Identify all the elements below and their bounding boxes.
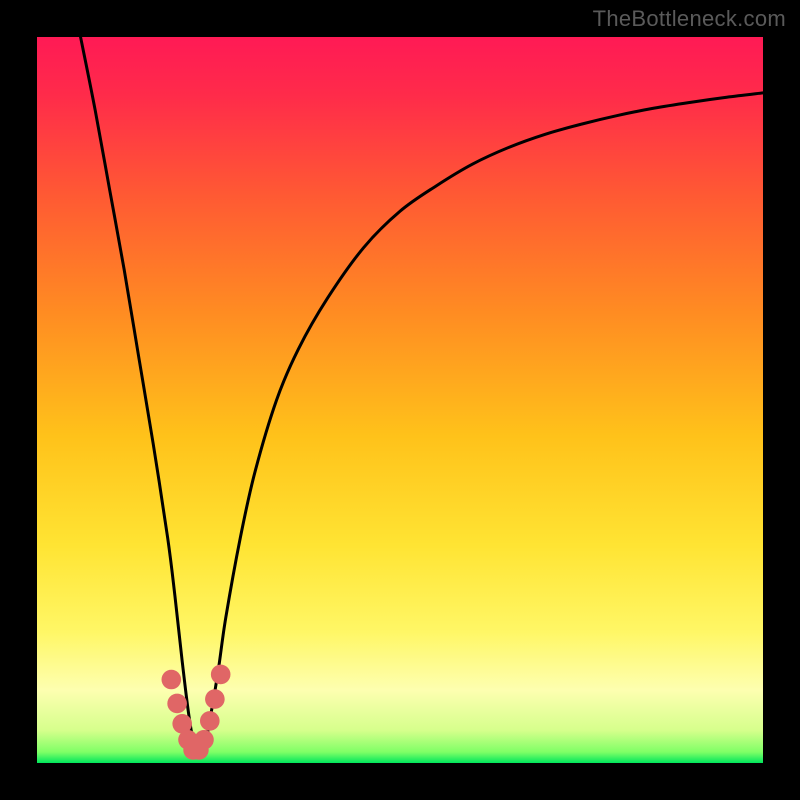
- valley-marker: [194, 730, 214, 750]
- attribution-watermark: TheBottleneck.com: [593, 6, 786, 32]
- plot-area: [37, 37, 763, 763]
- valley-marker: [200, 711, 220, 731]
- valley-marker: [162, 670, 182, 690]
- bottleneck-curve: [81, 37, 763, 758]
- chart-svg: [37, 37, 763, 763]
- valley-marker: [205, 689, 225, 709]
- valley-marker: [211, 665, 231, 685]
- outer-black-frame: TheBottleneck.com: [0, 0, 800, 800]
- valley-marker: [167, 694, 187, 714]
